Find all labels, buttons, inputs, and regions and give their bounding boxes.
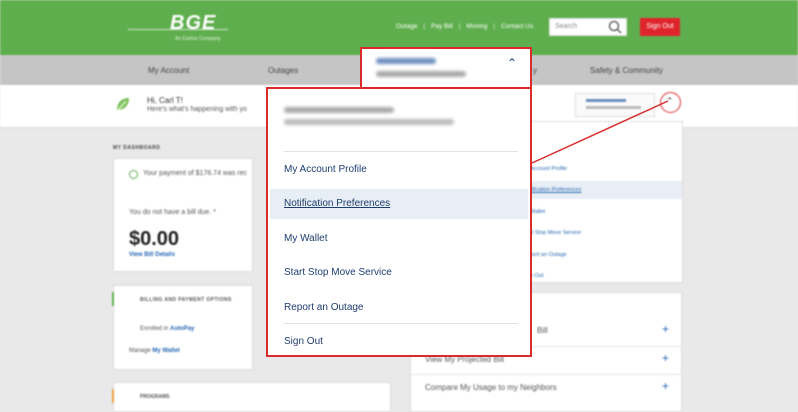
billing-options-heading: BILLING AND PAYMENT OPTIONS: [140, 297, 232, 303]
nav-outages[interactable]: Outages: [268, 66, 298, 75]
link-separator: |: [423, 23, 426, 30]
account-selector[interactable]: [575, 93, 655, 117]
preview-start-stop-move[interactable]: rt Stop Move Service: [530, 230, 581, 236]
view-bill-details-link[interactable]: View Bill Details: [129, 252, 175, 258]
preview-report-outage[interactable]: port an Outage: [530, 252, 567, 258]
preview-sign-out[interactable]: n Out: [530, 273, 543, 279]
account-dropdown-header[interactable]: ⌃: [360, 47, 532, 89]
leaf-icon: [117, 98, 129, 111]
autopay-prefix: Enrolled in: [140, 326, 169, 332]
account-id-redacted: [284, 107, 394, 113]
chevron-up-icon: ⌃: [666, 96, 674, 106]
greeting-hello: Hi, Carl T!: [147, 96, 183, 105]
top-link-outage[interactable]: Outage: [396, 23, 417, 30]
plus-icon[interactable]: +: [662, 322, 669, 336]
menu-item-notification-preferences[interactable]: Notification Preferences: [270, 189, 528, 219]
top-links: Outage | Pay Bill | Moving | Contact Us: [396, 23, 533, 30]
search-icon[interactable]: [607, 19, 623, 35]
section-accent: [112, 389, 114, 403]
menu-item-my-wallet[interactable]: My Wallet: [270, 224, 528, 254]
link-separator: |: [458, 23, 461, 30]
amount-due: $0.00: [129, 228, 180, 250]
quick-link-bill[interactable]: Bill: [537, 326, 548, 335]
menu-divider: [284, 323, 518, 324]
sign-out-button[interactable]: Sign Out: [640, 18, 680, 36]
autopay-status: Enrolled in AutoPay: [140, 326, 194, 332]
programs-heading: PROGRAMS: [140, 394, 170, 400]
bge-logo[interactable]: BGE: [170, 12, 216, 35]
payment-message: Your payment of $176.74 was rec: [143, 170, 248, 177]
account-name-redacted: [586, 99, 626, 102]
quick-link-compare-usage[interactable]: Compare My Usage to my Neighbors: [425, 383, 557, 392]
my-wallet-link[interactable]: My Wallet: [152, 348, 179, 354]
plus-icon[interactable]: +: [662, 351, 669, 365]
manage-wallet: Manage My Wallet: [129, 348, 180, 354]
top-link-moving[interactable]: Moving: [466, 23, 487, 30]
section-accent: [112, 292, 114, 306]
dashboard-label: MY DASHBOARD: [113, 145, 161, 151]
greeting-subtext: Here's what's happening with yo: [147, 106, 247, 113]
chevron-up-icon[interactable]: ⌃: [507, 56, 517, 70]
preview-wallet[interactable]: Wallet: [530, 209, 545, 215]
menu-item-report-outage[interactable]: Report an Outage: [270, 293, 528, 323]
menu-item-start-stop-move[interactable]: Start Stop Move Service: [270, 258, 528, 288]
account-name-redacted: [376, 58, 436, 64]
account-dropdown-menu: My Account Profile Notification Preferen…: [266, 87, 532, 357]
service-address-redacted: [284, 119, 454, 125]
preview-account-profile[interactable]: Account Profile: [530, 166, 567, 172]
account-number-redacted: [376, 71, 466, 77]
row-divider: [410, 374, 682, 375]
link-separator: |: [493, 23, 496, 30]
top-link-contact-us[interactable]: Contact Us: [501, 23, 533, 30]
logo-tagline: An Exelon Company: [175, 36, 221, 42]
plus-icon[interactable]: +: [662, 379, 669, 393]
nav-my-account[interactable]: My Account: [148, 66, 189, 75]
preview-notification-preferences[interactable]: tification Preferences: [530, 187, 581, 193]
account-toggle-button[interactable]: ⌃: [660, 92, 681, 113]
nav-safety-community[interactable]: Safety & Community: [590, 66, 663, 75]
check-circle-icon: [129, 170, 138, 179]
logo-divider: [128, 29, 228, 30]
no-bill-message: You do not have a bill due. *: [129, 209, 216, 216]
autopay-link[interactable]: AutoPay: [170, 326, 194, 332]
manage-prefix: Manage: [129, 348, 151, 354]
account-number-redacted: [586, 106, 641, 109]
nav-partial-item[interactable]: y: [533, 66, 537, 75]
menu-divider: [284, 151, 518, 152]
top-link-pay-bill[interactable]: Pay Bill: [431, 23, 453, 30]
account-menu-preview: [523, 121, 683, 283]
menu-item-account-profile[interactable]: My Account Profile: [270, 155, 528, 185]
menu-item-sign-out[interactable]: Sign Out: [270, 327, 528, 357]
